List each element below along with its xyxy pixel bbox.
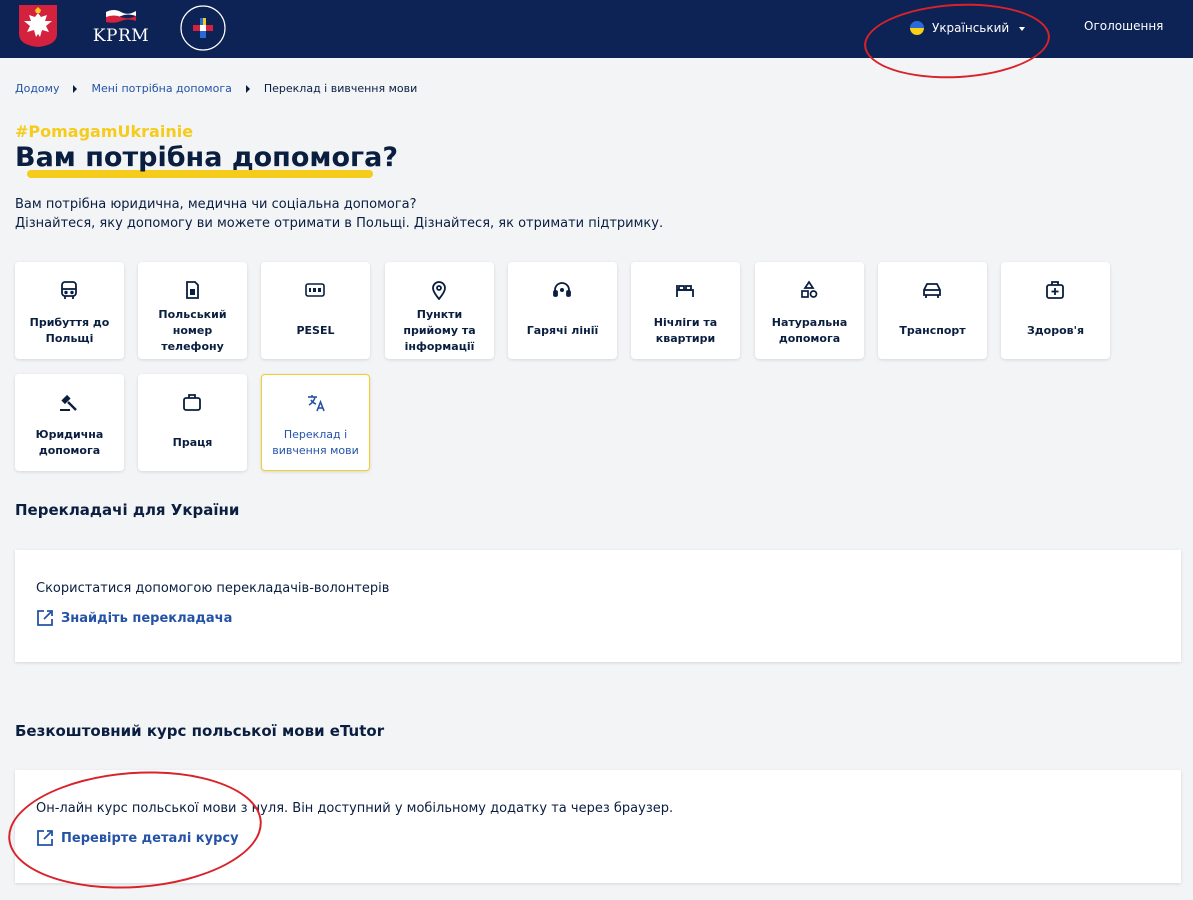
course-card-text: Он-лайн курс польської мови з нуля. Він …	[36, 801, 674, 816]
tile-label: PESEL	[296, 323, 335, 337]
tile-label: Гарячі лінії	[526, 323, 599, 337]
breadcrumb-parent[interactable]: Мені потрібна допомога	[91, 82, 231, 95]
tile-pesel[interactable]: PESEL	[261, 262, 370, 359]
tile-label: Нічліги та квартири	[653, 315, 718, 345]
chevron-right-icon	[245, 84, 250, 93]
translators-card: Скористатися допомогою перекладачів-воло…	[15, 550, 1181, 662]
breadcrumb: Додому Мені потрібна допомога Переклад і…	[15, 82, 417, 95]
course-details-label: Перевірте деталі курсу	[61, 830, 239, 846]
kprm-logo-text: KPRM	[92, 26, 150, 46]
bus-icon	[61, 281, 77, 299]
find-translator-label: Знайдіть перекладача	[61, 610, 233, 626]
kprm-logo[interactable]: KPRM	[90, 6, 152, 48]
tile-label: Переклад і вивчення мови	[272, 427, 359, 457]
polish-flag-icon	[106, 10, 136, 23]
intro-line-1: Вам потрібна юридична, медична чи соціал…	[15, 197, 417, 212]
tile-work[interactable]: Праця	[138, 374, 247, 471]
page-title-wrapper: Вам потрібна допомога?	[15, 142, 398, 178]
intro-line-2: Дізнайтеся, яку допомогу ви можете отрим…	[15, 216, 664, 231]
polish-eagle-logo[interactable]	[18, 4, 58, 48]
tile-label: Прибуття до Польщі	[29, 315, 110, 345]
pesel-123-icon	[305, 283, 325, 297]
tile-hotlines[interactable]: Гарячі лінії	[508, 262, 617, 359]
section-title-translators: Перекладачі для України	[15, 501, 240, 519]
tile-label: Транспорт	[899, 323, 966, 337]
tile-label: Юридична допомога	[35, 427, 104, 457]
course-card: Он-лайн курс польської мови з нуля. Він …	[15, 770, 1181, 883]
tile-legal-help[interactable]: Юридична допомога	[15, 374, 124, 471]
tile-in-kind-help[interactable]: Натуральна допомога	[755, 262, 864, 359]
section-title-course: Безкоштовний курс польської мови eTutor	[15, 722, 385, 740]
hashtag-label: #PomagamUkrainie	[15, 122, 194, 141]
tile-health[interactable]: Здоров'я	[1001, 262, 1110, 359]
pomagam-ukrainie-logo[interactable]	[179, 4, 227, 52]
location-pin-icon	[432, 281, 446, 300]
tile-phone-number[interactable]: Польський номер телефону	[138, 262, 247, 359]
tile-label: Польський номер телефону	[158, 307, 227, 353]
breadcrumb-home[interactable]: Додому	[15, 82, 59, 95]
translators-card-text: Скористатися допомогою перекладачів-воло…	[36, 581, 390, 596]
external-link-icon	[37, 610, 53, 626]
medical-kit-icon	[1046, 281, 1064, 299]
headset-icon	[553, 282, 571, 297]
course-details-link[interactable]: Перевірте деталі курсу	[36, 829, 239, 847]
tile-label: Пункти прийому та інформації	[403, 307, 476, 353]
tile-label: Здоров'я	[1026, 323, 1085, 337]
tile-reception-points[interactable]: Пункти прийому та інформації	[385, 262, 494, 359]
tile-accommodation[interactable]: Нічліги та квартири	[631, 262, 740, 359]
shapes-icon	[801, 280, 818, 298]
ukraine-flag-icon	[910, 21, 924, 35]
gavel-icon	[60, 394, 77, 411]
page-title: Вам потрібна допомога?	[15, 142, 398, 173]
find-translator-link[interactable]: Знайдіть перекладача	[36, 609, 232, 627]
briefcase-icon	[183, 394, 201, 411]
top-navigation-bar: KPRM Український Оголошення	[0, 0, 1193, 58]
tile-label: Натуральна допомога	[771, 315, 848, 345]
bed-icon	[676, 285, 694, 297]
translate-icon	[308, 395, 325, 412]
intro-text: Вам потрібна юридична, медична чи соціал…	[15, 195, 663, 233]
car-icon	[923, 283, 941, 298]
chevron-right-icon	[73, 84, 78, 93]
tile-label: Праця	[172, 435, 213, 449]
external-link-icon	[37, 830, 53, 846]
announcements-link[interactable]: Оголошення	[1084, 19, 1163, 33]
language-switcher[interactable]: Український	[910, 18, 1026, 38]
caret-down-icon	[1019, 27, 1026, 31]
tile-arrival[interactable]: Прибуття до Польщі	[15, 262, 124, 359]
language-label: Український	[932, 21, 1010, 35]
tile-translation[interactable]: Переклад і вивчення мови	[261, 374, 370, 471]
tile-transport[interactable]: Транспорт	[878, 262, 987, 359]
breadcrumb-current: Переклад і вивчення мови	[263, 82, 418, 95]
sim-card-icon	[186, 281, 199, 299]
